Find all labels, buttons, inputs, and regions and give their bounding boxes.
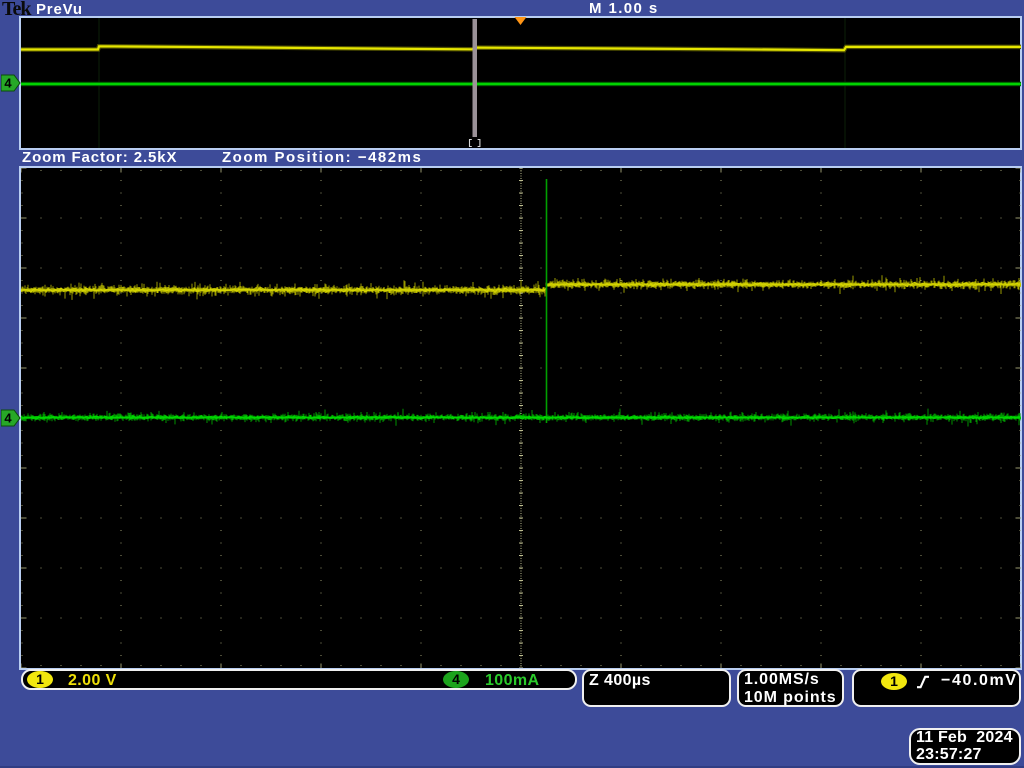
svg-text:4: 4: [4, 411, 12, 426]
svg-text:4: 4: [4, 76, 12, 91]
